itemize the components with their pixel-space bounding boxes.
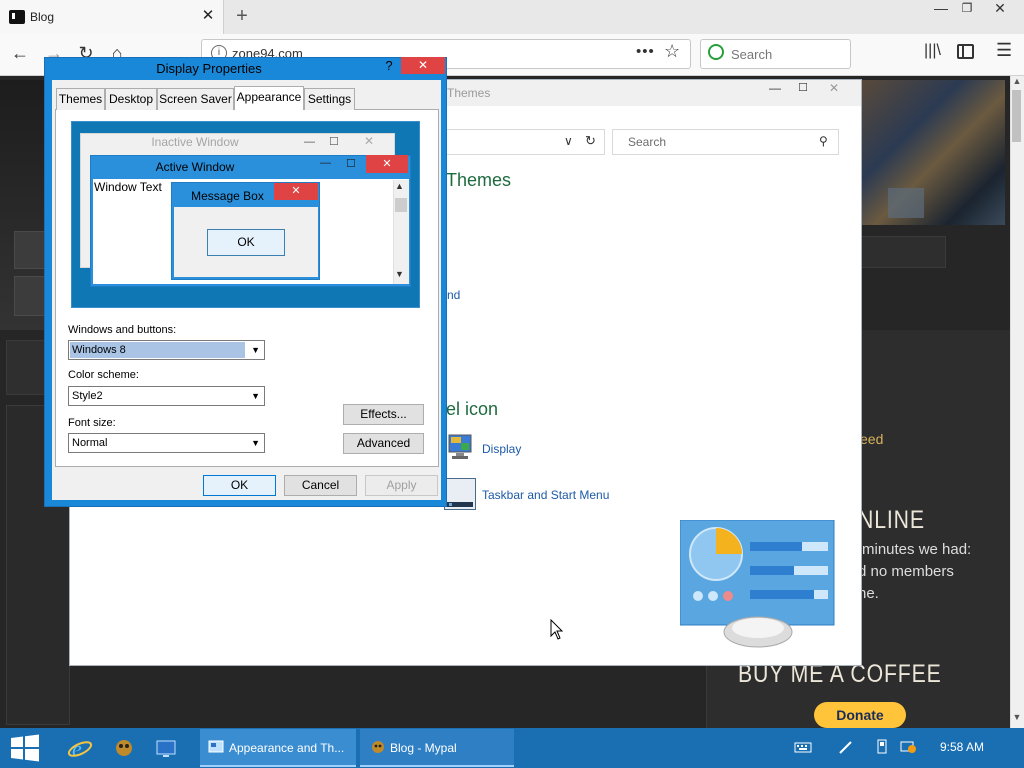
minimize-icon: — xyxy=(320,157,331,169)
device-icon[interactable] xyxy=(873,738,891,756)
scrollbar-thumb[interactable] xyxy=(1012,90,1021,142)
maximize-icon: ☐ xyxy=(329,136,339,148)
minimize-icon: — xyxy=(304,136,315,148)
svg-text:e: e xyxy=(72,736,82,761)
taskbar-task-label: Appearance and Th... xyxy=(229,741,345,755)
color-scheme-value: Style2 xyxy=(72,390,103,402)
font-size-value: Normal xyxy=(72,437,108,449)
dialog-title: Display Properties xyxy=(156,61,262,76)
cp-taskbar-link[interactable]: Taskbar and Start Menu xyxy=(482,488,609,502)
control-panel-icon xyxy=(208,739,224,755)
cp-minimize-button[interactable]: — xyxy=(765,81,785,99)
site-favicon-icon xyxy=(9,10,25,24)
donate-button[interactable]: Donate xyxy=(814,702,906,728)
effects-button[interactable]: Effects... xyxy=(343,404,424,425)
taskbar-icon[interactable] xyxy=(444,478,476,510)
preview-scroll-thumb xyxy=(395,198,407,212)
page-actions-icon[interactable]: ••• xyxy=(636,43,655,60)
windows-and-buttons-label: Windows and buttons: xyxy=(68,324,177,336)
browser-minimize-button[interactable]: — xyxy=(928,0,954,18)
library-icon[interactable]: |||\ xyxy=(924,42,941,60)
cp-display-link[interactable]: Display xyxy=(482,442,521,456)
cp-address-bar[interactable] xyxy=(420,129,605,155)
close-icon: ✕ xyxy=(364,134,375,148)
webpage-online-text: minutes we had: xyxy=(862,541,972,558)
preview-ok-button: OK xyxy=(207,229,285,256)
keyboard-icon[interactable] xyxy=(794,738,812,756)
cp-search-placeholder: Search xyxy=(628,135,667,149)
network-icon[interactable] xyxy=(899,738,917,756)
cp-task-link[interactable]: nd xyxy=(447,288,460,302)
webpage-feed-link[interactable]: eed xyxy=(860,431,883,447)
new-tab-button[interactable]: + xyxy=(230,4,254,28)
close-icon: ✕ xyxy=(274,183,318,200)
chevron-down-icon: ▼ xyxy=(251,391,260,401)
back-icon[interactable]: ← xyxy=(7,40,33,66)
scroll-up-icon: ▲ xyxy=(395,181,404,191)
display-icon[interactable] xyxy=(446,432,474,462)
control-panel-icon xyxy=(679,519,835,650)
browser-maximize-button[interactable]: ❐ xyxy=(956,0,978,18)
cursor-icon xyxy=(550,618,564,641)
maximize-icon: ☐ xyxy=(346,158,356,170)
scroll-down-icon[interactable]: ▼ xyxy=(1010,712,1024,726)
refresh-icon[interactable]: ↻ xyxy=(585,133,596,149)
search-icon xyxy=(708,44,724,60)
color-scheme-label: Color scheme: xyxy=(68,369,139,381)
advanced-button[interactable]: Advanced xyxy=(343,433,424,454)
scroll-up-icon[interactable]: ▲ xyxy=(1010,76,1024,88)
tab-themes[interactable]: Themes xyxy=(56,88,105,110)
chevron-down-icon: ▼ xyxy=(251,345,260,355)
tab-desktop[interactable]: Desktop xyxy=(105,88,157,110)
chevron-down-icon[interactable]: ∨ xyxy=(564,134,573,148)
preview-inactive-title: Inactive Window xyxy=(151,135,239,149)
webpage-search-box[interactable] xyxy=(860,236,946,268)
menu-icon[interactable]: ☰ xyxy=(996,40,1012,61)
control-panel-title: Themes xyxy=(447,86,491,100)
preview-active-title: Active Window xyxy=(155,160,235,174)
browser-tab-title: Blog xyxy=(30,10,55,24)
cp-task-heading: Themes xyxy=(446,170,512,190)
tab-screen-saver[interactable]: Screen Saver xyxy=(157,88,234,110)
webpage-online-text: d no members xyxy=(858,563,954,580)
ie-icon[interactable]: e xyxy=(66,734,94,762)
preview-message-box-title: Message Box xyxy=(191,189,264,203)
browser-app-icon[interactable] xyxy=(110,734,138,762)
chevron-down-icon: ▼ xyxy=(251,438,260,448)
webpage-online-heading: NLINE xyxy=(858,506,925,534)
dialog-close-button[interactable]: ✕ xyxy=(401,57,445,74)
webpage-header-image xyxy=(860,80,1005,225)
display-icon[interactable] xyxy=(152,734,180,762)
sidebar-icon[interactable] xyxy=(957,44,974,59)
cp-icon-heading: el icon xyxy=(446,399,499,419)
tab-appearance[interactable]: Appearance xyxy=(234,86,304,110)
windows-and-buttons-select[interactable]: Windows 8 ▼ xyxy=(68,340,265,360)
bookmark-star-icon[interactable]: ☆ xyxy=(664,41,680,62)
font-size-select[interactable]: Normal ▼ xyxy=(68,433,265,453)
browser-app-icon xyxy=(370,739,386,755)
cp-close-button[interactable]: ✕ xyxy=(817,81,851,97)
color-scheme-select[interactable]: Style2 ▼ xyxy=(68,386,265,406)
font-size-label: Font size: xyxy=(68,417,116,429)
browser-close-button[interactable]: ✕ xyxy=(985,0,1015,18)
ok-button[interactable]: OK xyxy=(203,475,276,496)
close-icon: ✕ xyxy=(366,155,408,173)
tab-settings[interactable]: Settings xyxy=(304,88,355,110)
apply-button[interactable]: Apply xyxy=(365,475,438,496)
windows-logo-icon[interactable] xyxy=(8,734,42,762)
taskbar-task-label: Blog - Mypal xyxy=(390,741,457,755)
tab-close-icon[interactable]: ✕ xyxy=(198,6,218,26)
pen-icon[interactable] xyxy=(837,738,855,756)
search-icon[interactable]: ⚲ xyxy=(819,134,828,148)
scroll-down-icon: ▼ xyxy=(395,269,404,279)
windows-and-buttons-value: Windows 8 xyxy=(72,344,126,356)
taskbar-clock[interactable]: 9:58 AM xyxy=(940,740,984,754)
browser-search-placeholder: Search xyxy=(731,47,773,62)
cp-maximize-button[interactable]: ☐ xyxy=(793,81,813,99)
cancel-button[interactable]: Cancel xyxy=(284,475,357,496)
preview-window-text: Window Text xyxy=(94,180,162,194)
webpage-scrollbar[interactable] xyxy=(1010,76,1024,728)
help-button[interactable]: ? xyxy=(382,58,396,76)
